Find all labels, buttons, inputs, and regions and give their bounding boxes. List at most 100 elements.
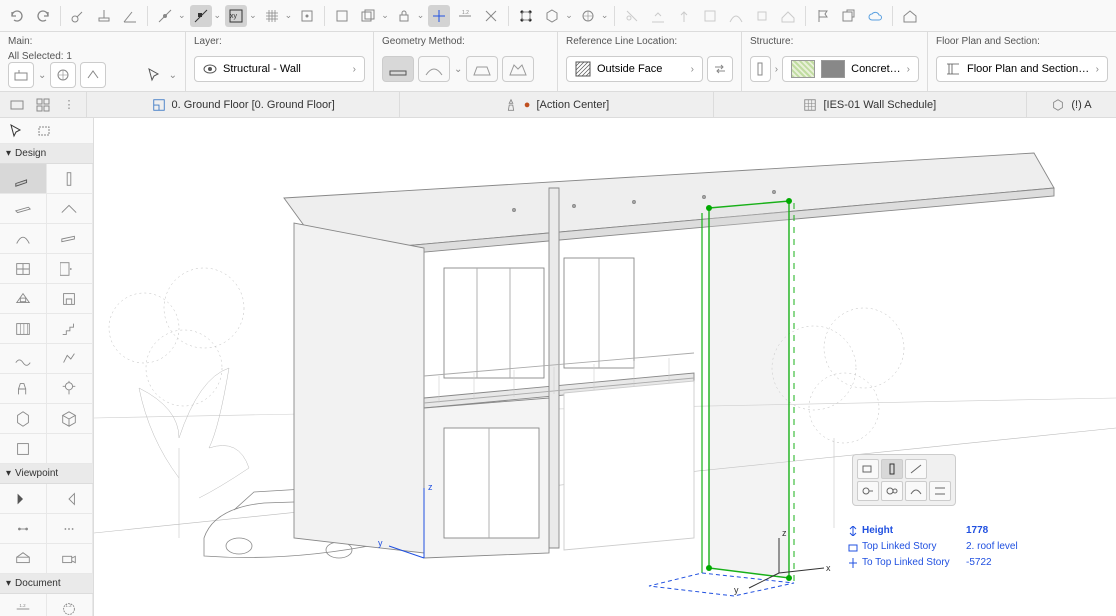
trace-dropdown-icon[interactable]: ⌄ (381, 10, 389, 21)
guidelines-icon[interactable] (428, 5, 450, 27)
section-tool-icon[interactable] (0, 484, 47, 514)
snap-xy-dropdown-icon[interactable]: ⌄ (249, 10, 257, 21)
pet-op4-icon[interactable] (929, 481, 951, 501)
shell-tool-icon[interactable] (0, 224, 47, 254)
gridsnap-icon[interactable] (296, 5, 318, 27)
circle-dropdown-icon[interactable]: ⌄ (601, 10, 609, 21)
opt-cursor-chevron-icon[interactable]: ⌄ (169, 70, 177, 81)
view-fit-icon[interactable] (6, 94, 28, 116)
radial-dim-tool-icon[interactable]: 1.2 (47, 594, 94, 616)
tab-wall-schedule[interactable]: [IES-01 Wall Schedule] (713, 92, 1026, 117)
opt-elem-settings-icon[interactable] (8, 62, 34, 88)
object-tool-icon[interactable] (47, 404, 94, 434)
tab-3d-warn[interactable]: (!) A (1026, 92, 1116, 117)
viewport-3d[interactable]: x y z z y Height1778 Top Linked Story2. … (94, 118, 1116, 616)
stair-tool-icon[interactable] (47, 314, 94, 344)
column-tool-icon[interactable] (47, 164, 94, 194)
opt-find-icon[interactable] (80, 62, 106, 88)
dim2-icon[interactable] (480, 5, 502, 27)
morph-tool-icon[interactable] (47, 344, 94, 374)
trace-icon[interactable] (331, 5, 353, 27)
measure-icon[interactable] (67, 5, 89, 27)
grid-icon[interactable] (261, 5, 283, 27)
geom-trapezoid-icon[interactable] (466, 56, 498, 82)
lock-dropdown-icon[interactable]: ⌄ (417, 10, 425, 21)
beam-tool-icon[interactable] (47, 224, 94, 254)
trim-icon[interactable] (621, 5, 643, 27)
offset-icon[interactable] (699, 5, 721, 27)
layers-icon[interactable] (357, 5, 379, 27)
geom-poly-icon[interactable] (502, 56, 534, 82)
view-handle-icon[interactable]: ⋮ (58, 94, 80, 116)
snap-point-icon[interactable] (154, 5, 176, 27)
cloud-icon[interactable] (864, 5, 886, 27)
geom-curved-icon[interactable] (418, 56, 450, 82)
detail-tool-icon[interactable] (47, 514, 94, 544)
opening-tool-icon[interactable] (47, 284, 94, 314)
grid-tool-icon[interactable] (0, 434, 47, 464)
mesh-tool-icon[interactable] (0, 344, 47, 374)
zone-tool-icon[interactable] (0, 404, 47, 434)
circle-icon[interactable] (577, 5, 599, 27)
undo-icon[interactable] (6, 5, 28, 27)
chair-tool-icon[interactable] (0, 374, 47, 404)
opt-cursor-icon[interactable] (143, 64, 165, 86)
layer-dropdown[interactable]: Structural - Wall › (194, 56, 365, 82)
home-icon[interactable] (899, 5, 921, 27)
interior-elev-icon[interactable] (0, 514, 47, 544)
flag-icon[interactable] (812, 5, 834, 27)
struct-basic-icon[interactable] (750, 56, 771, 82)
snap-xy-icon[interactable]: xy (225, 5, 247, 27)
dim-tool-icon[interactable]: 1.2 (0, 594, 47, 616)
camera-tool-icon[interactable] (47, 544, 94, 574)
wall-tool-icon[interactable] (0, 164, 47, 194)
slab-tool-icon[interactable] (0, 194, 47, 224)
hex-icon[interactable] (541, 5, 563, 27)
elevation-tool-icon[interactable] (47, 484, 94, 514)
struct-chevron-icon[interactable]: › (775, 64, 778, 75)
worksheet-tool-icon[interactable] (0, 544, 47, 574)
pet-op3-icon[interactable] (905, 481, 927, 501)
door-tool-icon[interactable] (47, 254, 94, 284)
opt-main-chevron-icon[interactable]: ⌄ (38, 70, 46, 81)
snap-dropdown-icon[interactable]: ⌄ (178, 10, 186, 21)
pet-stretch-icon[interactable] (881, 459, 903, 479)
arrow-tool-icon[interactable] (4, 121, 28, 141)
align-icon[interactable] (647, 5, 669, 27)
poly-icon[interactable] (751, 5, 773, 27)
skylight-tool-icon[interactable] (0, 284, 47, 314)
window-tool-icon[interactable] (0, 254, 47, 284)
pet-move-icon[interactable] (857, 459, 879, 479)
view-grid-icon[interactable] (32, 94, 54, 116)
tab-ground-floor[interactable]: 0. Ground Floor [0. Ground Floor] (86, 92, 399, 117)
arc-icon[interactable] (725, 5, 747, 27)
lamp-tool-icon[interactable] (47, 374, 94, 404)
hex-dropdown-icon[interactable]: ⌄ (565, 10, 573, 21)
dim-icon[interactable]: 1.2 (454, 5, 476, 27)
pet-op2-icon[interactable] (881, 481, 903, 501)
refline-dropdown[interactable]: Outside Face › (566, 56, 703, 82)
publish-icon[interactable] (838, 5, 860, 27)
ruler-icon[interactable] (93, 5, 115, 27)
marquee-tool-icon[interactable] (32, 121, 56, 141)
roof-tool-icon[interactable] (47, 194, 94, 224)
roof-icon[interactable] (777, 5, 799, 27)
geom-chevron-icon[interactable]: ⌄ (454, 64, 462, 75)
cluster-icon[interactable] (515, 5, 537, 27)
grid-dropdown-icon[interactable]: ⌄ (285, 10, 293, 21)
opt-favorites-icon[interactable] (50, 62, 76, 88)
tab-action-center[interactable]: ● [Action Center] (399, 92, 712, 117)
snap-edge-dropdown-icon[interactable]: ⌄ (214, 10, 222, 21)
refline-flip-icon[interactable] (707, 56, 733, 82)
snap-edge-icon[interactable] (190, 5, 212, 27)
curtainwall-tool-icon[interactable] (0, 314, 47, 344)
angle-icon[interactable] (119, 5, 141, 27)
extrude-icon[interactable] (673, 5, 695, 27)
redo-icon[interactable] (32, 5, 54, 27)
document-header[interactable]: ▾Document (0, 574, 93, 594)
pet-rotate-icon[interactable] (905, 459, 927, 479)
geom-straight-icon[interactable] (382, 56, 414, 82)
lock-icon[interactable] (393, 5, 415, 27)
pet-op1-icon[interactable] (857, 481, 879, 501)
struct-dropdown[interactable]: Concret… › (782, 56, 919, 82)
